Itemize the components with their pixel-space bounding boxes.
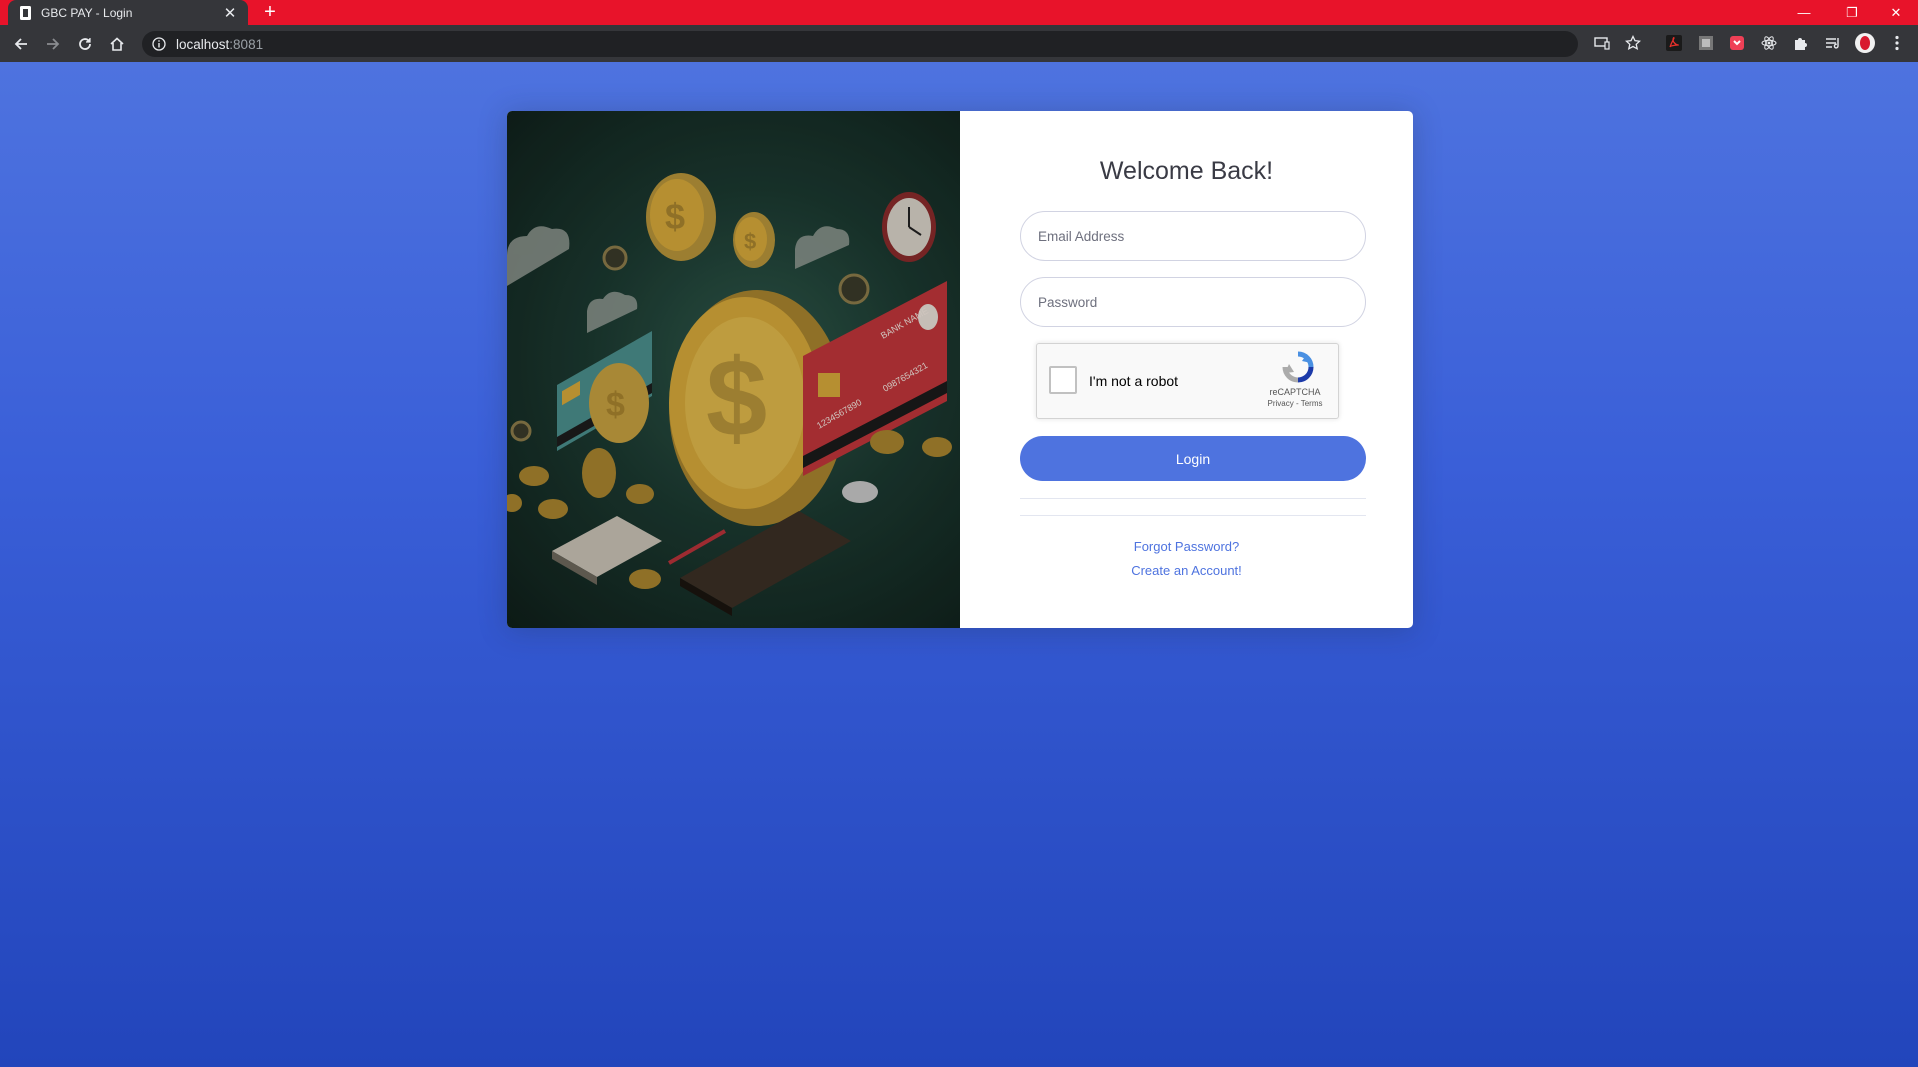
address-host: localhost (176, 36, 230, 52)
browser-tab-bar: GBC PAY - Login ✕ + — ❐ ✕ (0, 0, 1918, 25)
minimize-button[interactable]: — (1782, 0, 1826, 25)
pdf-extension-icon[interactable] (1663, 32, 1685, 54)
reading-list-icon[interactable] (1822, 32, 1844, 54)
bookmark-star-icon[interactable] (1622, 32, 1644, 54)
close-window-button[interactable]: ✕ (1874, 0, 1918, 25)
page-background: BANK NAME 1234567890 0987654321 $ $ $ $ (0, 62, 1918, 1067)
forward-icon[interactable] (40, 31, 66, 57)
new-tab-button[interactable]: + (258, 0, 282, 25)
recaptcha-logo-icon (1281, 350, 1315, 384)
divider (1020, 515, 1366, 516)
profile-avatar-icon[interactable] (1854, 32, 1876, 54)
address-bar[interactable]: localhost:8081 (142, 31, 1578, 57)
pocket-extension-icon[interactable] (1726, 32, 1748, 54)
recaptcha-privacy-terms-link[interactable]: Privacy - Terms (1253, 399, 1337, 408)
email-field[interactable] (1020, 211, 1366, 261)
browser-tab[interactable]: GBC PAY - Login ✕ (8, 0, 248, 25)
tab-title: GBC PAY - Login (41, 5, 133, 20)
tab-close-icon[interactable]: ✕ (222, 4, 238, 22)
recaptcha-checkbox[interactable] (1049, 366, 1077, 394)
forgot-password-link[interactable]: Forgot Password? (960, 539, 1413, 554)
login-illustration: BANK NAME 1234567890 0987654321 $ $ $ $ (507, 111, 960, 628)
extension-screenshot-icon[interactable] (1695, 32, 1717, 54)
restore-button[interactable]: ❐ (1830, 0, 1874, 25)
react-devtools-icon[interactable] (1758, 32, 1780, 54)
extensions-puzzle-icon[interactable] (1790, 32, 1812, 54)
reload-icon[interactable] (72, 31, 98, 57)
page-favicon-icon (18, 5, 32, 20)
back-icon[interactable] (8, 31, 34, 57)
browser-menu-icon[interactable] (1886, 32, 1908, 54)
login-card: BANK NAME 1234567890 0987654321 $ $ $ $ (507, 111, 1413, 628)
password-field[interactable] (1020, 277, 1366, 327)
recaptcha-label: I'm not a robot (1089, 373, 1179, 389)
site-info-icon[interactable] (152, 37, 166, 51)
create-account-link[interactable]: Create an Account! (960, 563, 1413, 578)
cast-icon[interactable] (1591, 32, 1613, 54)
recaptcha-widget: I'm not a robot reCAPTCHA Privacy - Term… (1036, 343, 1339, 419)
divider (1020, 498, 1366, 499)
page-title: Welcome Back! (1099, 157, 1274, 185)
login-form: Welcome Back! I'm not a robot reCAPTCHA (960, 111, 1413, 628)
recaptcha-brand: reCAPTCHA (1269, 387, 1321, 397)
home-icon[interactable] (104, 31, 130, 57)
login-button[interactable]: Login (1020, 436, 1366, 481)
address-port: :8081 (229, 36, 264, 52)
